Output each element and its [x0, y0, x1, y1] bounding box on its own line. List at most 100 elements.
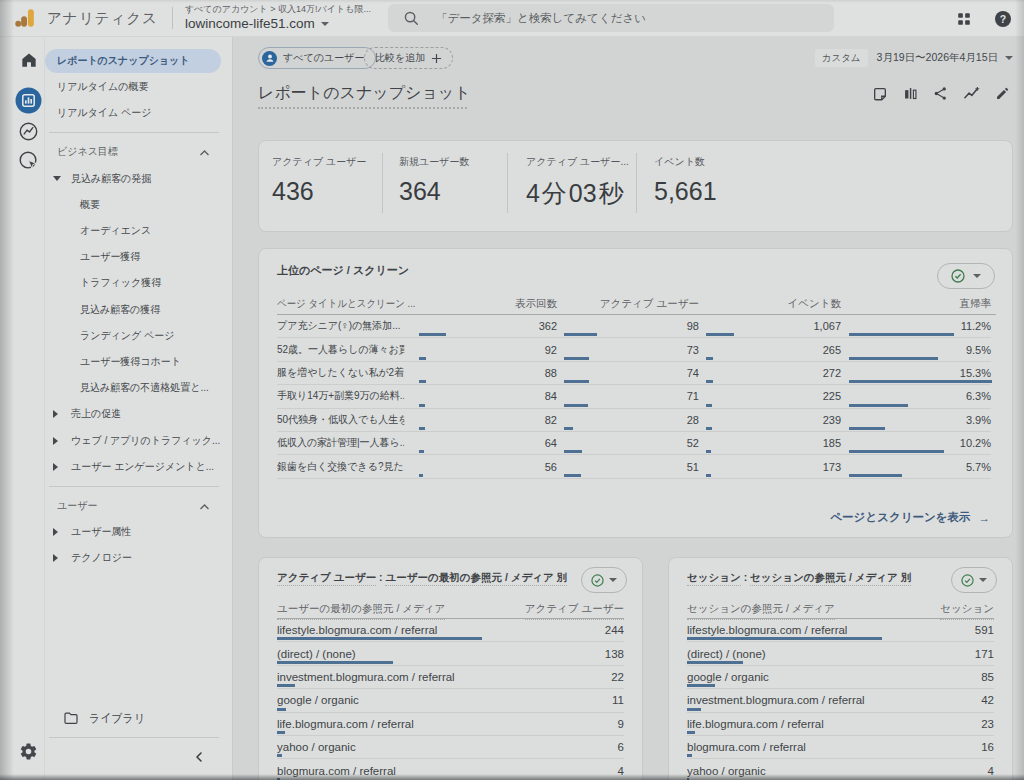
- sidebar-item-parent[interactable]: ユーザー属性: [45, 519, 232, 545]
- advertising-icon[interactable]: [18, 150, 39, 171]
- column-header[interactable]: 表示回数: [411, 297, 557, 315]
- dimension-header[interactable]: セッションの参照元 / メディア: [687, 602, 835, 620]
- data-quality-menu[interactable]: [951, 567, 997, 593]
- value-cell: 85: [981, 671, 994, 683]
- sidebar-item-selected[interactable]: レポートのスナップショット: [45, 49, 221, 73]
- value-bar: [706, 450, 711, 453]
- source-cell: google / organic: [277, 694, 359, 706]
- account-switcher[interactable]: すべてのアカウント > 収入14万!バイトも限... lowincome-lif…: [185, 5, 371, 32]
- sidebar-item-child[interactable]: ランディング ページ: [45, 323, 232, 349]
- dimension-header[interactable]: ユーザーの最初の参照元 / メディア: [277, 602, 445, 620]
- chevron-up-icon[interactable]: [199, 149, 210, 157]
- sidebar-item-parent[interactable]: 売上の促進: [45, 401, 232, 427]
- metric-value: 73: [687, 344, 699, 356]
- sidebar-item-item[interactable]: リアルタイムの概要: [45, 74, 232, 100]
- metric-cell: 6.3%: [841, 385, 991, 407]
- metric-value: 56: [545, 461, 557, 473]
- sidebar-item-section: ビジネス目標: [45, 139, 232, 165]
- value-bar: [706, 427, 712, 430]
- data-quality-menu[interactable]: [937, 263, 995, 289]
- sidebar-item-child[interactable]: 概要: [45, 192, 232, 218]
- chevron-collapsed-icon[interactable]: [53, 528, 58, 536]
- table-row: investment.blogmura.com / referral 42: [687, 689, 994, 712]
- share-icon[interactable]: [933, 86, 948, 101]
- value-bar: [564, 450, 582, 453]
- collapse-sidebar-icon[interactable]: [192, 750, 206, 764]
- value-cell: 11: [612, 694, 624, 706]
- chevron-collapsed-icon[interactable]: [53, 554, 58, 562]
- source-cell: investment.blogmura.com / referral: [687, 694, 865, 706]
- audience-chip[interactable]: すべてのユーザー: [258, 47, 376, 69]
- help-icon[interactable]: ?: [994, 10, 1012, 28]
- column-header[interactable]: 直帰率: [841, 297, 991, 315]
- metric-header[interactable]: アクティブ ユーザー: [525, 602, 624, 620]
- analytics-logo-icon[interactable]: [14, 7, 36, 29]
- chevron-up-icon[interactable]: [199, 503, 210, 511]
- column-header-label: 表示回数: [515, 297, 557, 315]
- sidebar-item-label: トラフィック獲得: [80, 276, 161, 290]
- value-bar: [849, 333, 954, 336]
- sidebar-item-child[interactable]: トラフィック獲得: [45, 270, 232, 296]
- metric-cell: 362: [411, 315, 557, 337]
- edit-icon[interactable]: [995, 86, 1010, 101]
- sidebar-item-item[interactable]: リアルタイム ページ: [45, 100, 232, 126]
- chevron-collapsed-icon[interactable]: [53, 410, 58, 418]
- sidebar-item-child[interactable]: 見込み顧客の不適格処置と...: [45, 375, 232, 401]
- value-bar: [849, 450, 944, 453]
- top-app-bar: アナリティクス すべてのアカウント > 収入14万!バイトも限... lowin…: [0, 0, 1024, 37]
- chevron-collapsed-icon[interactable]: [53, 437, 58, 445]
- page-title-cell: 低収入の家計管理|一人暮ら...: [277, 436, 404, 450]
- sidebar-item-child[interactable]: ユーザー獲得: [45, 244, 232, 270]
- sidebar-item-parent[interactable]: ウェブ / アプリのトラフィック...: [45, 427, 232, 453]
- value-cell: 42: [981, 694, 994, 706]
- add-comparison-chip[interactable]: 比較を追加: [364, 47, 453, 69]
- source-cell: yahoo / organic: [687, 765, 766, 777]
- value-bar: [419, 357, 426, 360]
- date-range-picker[interactable]: 3月19日〜2026年4月15日: [877, 51, 998, 65]
- chevron-collapsed-icon[interactable]: [53, 463, 58, 471]
- sidebar-item-parent[interactable]: テクノロジー: [45, 545, 232, 571]
- value-cell: 591: [975, 624, 994, 636]
- metric-value: 3.9%: [966, 414, 991, 426]
- page-title-cell: 銀歯を白く交換できる?見た...: [277, 460, 404, 474]
- metric-value: 6.3%: [966, 390, 991, 402]
- explore-icon[interactable]: [18, 121, 39, 142]
- value-bar: [849, 357, 938, 360]
- metric-header[interactable]: セッション: [940, 602, 994, 620]
- home-icon[interactable]: [19, 50, 39, 70]
- check-circle-icon: [951, 269, 965, 283]
- column-header[interactable]: イベント数: [699, 297, 841, 315]
- sidebar-item-label: テクノロジー: [71, 551, 132, 565]
- reports-icon[interactable]: [15, 87, 42, 114]
- metric-value: 51: [687, 461, 699, 473]
- insights-icon[interactable]: [963, 85, 980, 102]
- column-header[interactable]: アクティブ ユーザー: [557, 297, 699, 315]
- metric-cell: 92: [411, 338, 557, 360]
- table-row: 手取り14万+副業9万の給料...84712256.3%: [277, 385, 991, 408]
- sidebar-item-child[interactable]: ユーザー獲得コホート: [45, 349, 232, 375]
- metric-value: 71: [687, 390, 699, 402]
- sidebar-item-parent[interactable]: 見込み顧客の発掘: [45, 166, 232, 192]
- settings-gear-icon[interactable]: [19, 742, 38, 761]
- value-bar: [849, 380, 992, 383]
- search-input[interactable]: 「データ探索」と検索してみてください: [388, 4, 834, 32]
- comparison-icon[interactable]: [903, 86, 918, 101]
- sidebar-item-child[interactable]: オーディエンス: [45, 218, 232, 244]
- title-underline: [258, 107, 467, 109]
- sidebar-item-library[interactable]: ライブラリ: [54, 705, 148, 731]
- table-row: investment.blogmura.com / referral22: [277, 666, 624, 689]
- value-bar: [849, 427, 885, 430]
- view-pages-link[interactable]: ページとスクリーンを表示→: [830, 510, 990, 525]
- sidebar-item-label: ユーザー: [57, 499, 97, 513]
- data-quality-menu[interactable]: [581, 567, 627, 593]
- sidebar-item-child[interactable]: 見込み顧客の獲得: [45, 297, 232, 323]
- note-icon[interactable]: [872, 86, 888, 102]
- apps-grid-icon[interactable]: [956, 11, 972, 27]
- sidebar-item-parent[interactable]: ユーザー エンゲージメントと...: [45, 454, 232, 480]
- chevron-expanded-icon[interactable]: [53, 176, 61, 181]
- value-bar: [687, 708, 701, 711]
- value-bar: [277, 637, 482, 640]
- source-cell: (direct) / (none): [687, 648, 766, 660]
- column-header[interactable]: ページ タイトルとスクリーン ...: [277, 297, 411, 315]
- sidebar-divider: [49, 486, 219, 487]
